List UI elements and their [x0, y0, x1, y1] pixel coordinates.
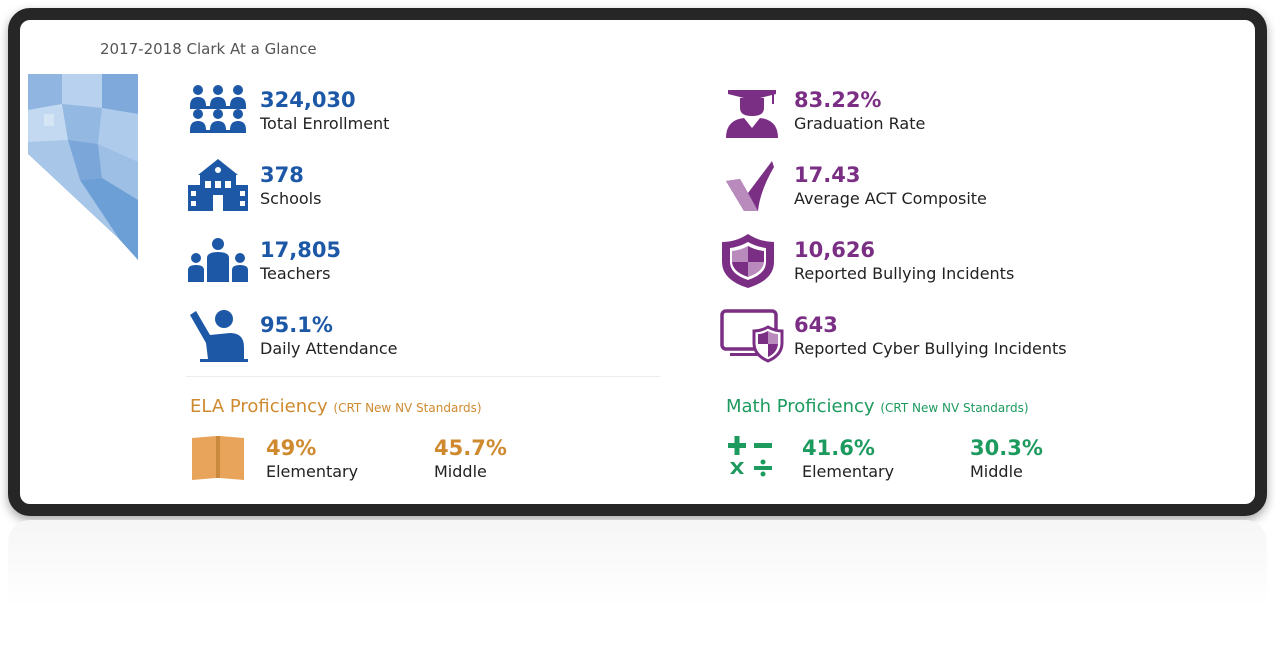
stat-value: 324,030 — [260, 88, 356, 112]
stat-label: Schools — [260, 189, 322, 208]
card-content: 2017-2018 Clark At a Glance 324,030 Tota… — [20, 20, 1255, 504]
math-elementary-label: Elementary — [802, 462, 895, 481]
math-title-text: Math Proficiency — [726, 396, 875, 417]
stat-value: 17.43 — [794, 163, 861, 187]
stat-value: 643 — [794, 313, 838, 337]
school-building-icon — [188, 159, 248, 211]
card-reflection: 2017-2018 Clark At a Glance — [8, 520, 1267, 645]
glance-card: 2017-2018 Clark At a Glance 324,030 Tota… — [8, 8, 1267, 516]
teachers-icon — [188, 238, 248, 282]
math-elementary-value: 41.6% — [802, 436, 875, 460]
stat-value: 378 — [260, 163, 304, 187]
stat-value: 83.22% — [794, 88, 882, 112]
section-divider — [186, 376, 660, 377]
monitor-shield-icon — [720, 309, 784, 363]
ela-middle-value: 45.7% — [434, 436, 507, 460]
stat-label: Total Enrollment — [260, 114, 390, 133]
ela-elementary: 49% Elementary — [266, 436, 358, 481]
stat-value: 17,805 — [260, 238, 342, 262]
ela-middle-label: Middle — [434, 462, 487, 481]
ela-title-text: ELA Proficiency — [190, 396, 328, 417]
raised-hand-icon — [190, 310, 248, 362]
math-middle-value: 30.3% — [970, 436, 1043, 460]
stat-label: Reported Cyber Bullying Incidents — [794, 339, 1067, 358]
shield-icon — [722, 234, 774, 288]
math-elementary: 41.6% Elementary — [802, 436, 894, 481]
ela-proficiency-title: ELA Proficiency (CRT New NV Standards) — [190, 396, 482, 417]
stat-value: 95.1% — [260, 313, 333, 337]
math-middle-label: Middle — [970, 462, 1023, 481]
nevada-map — [28, 74, 138, 260]
page-title: 2017-2018 Clark At a Glance — [100, 40, 317, 58]
book-icon — [192, 436, 244, 480]
ela-elementary-value: 49% — [266, 436, 317, 460]
stat-value: 10,626 — [794, 238, 876, 262]
ela-elementary-label: Elementary — [266, 462, 359, 481]
stat-label: Average ACT Composite — [794, 189, 987, 208]
math-operators-icon — [728, 436, 772, 477]
students-icon — [190, 85, 246, 133]
graduation-cap-icon — [726, 90, 778, 138]
checkmark-icon — [726, 161, 774, 211]
stat-label: Teachers — [260, 264, 331, 283]
math-proficiency-title: Math Proficiency (CRT New NV Standards) — [726, 396, 1029, 417]
stat-label: Reported Bullying Incidents — [794, 264, 1015, 283]
ela-middle: 45.7% Middle — [434, 436, 507, 481]
math-subtitle: (CRT New NV Standards) — [880, 401, 1029, 415]
math-middle: 30.3% Middle — [970, 436, 1043, 481]
stat-label: Graduation Rate — [794, 114, 926, 133]
stat-label: Daily Attendance — [260, 339, 398, 358]
ela-subtitle: (CRT New NV Standards) — [333, 401, 482, 415]
